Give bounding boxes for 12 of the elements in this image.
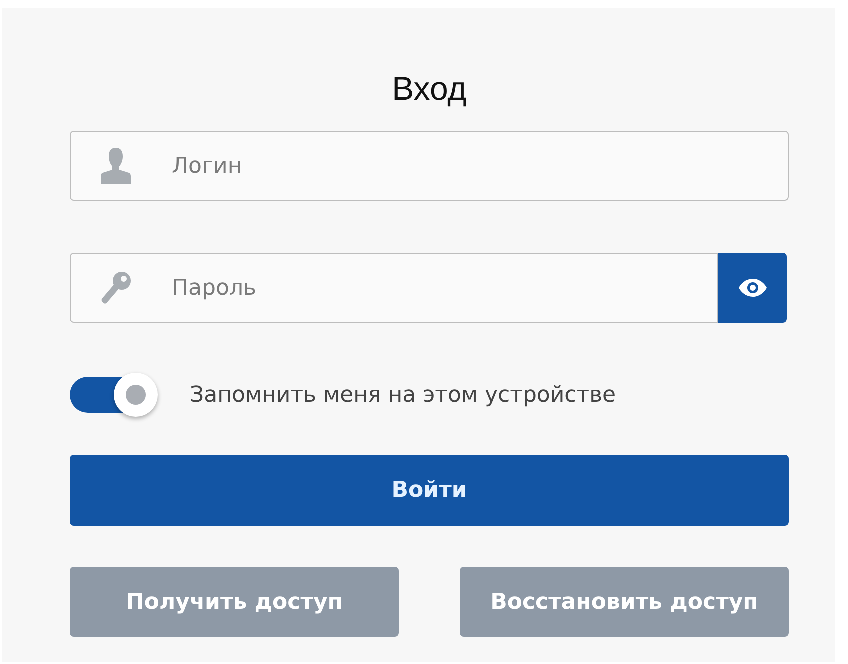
login-button[interactable]: Войти <box>70 455 789 526</box>
remember-toggle[interactable] <box>70 373 158 417</box>
key-icon <box>101 272 131 304</box>
login-title: Вход <box>392 69 467 109</box>
user-icon <box>101 148 131 184</box>
eye-icon <box>738 279 766 297</box>
remember-label: Запомнить меня на этом устройстве <box>190 382 616 408</box>
password-field[interactable]: Пароль <box>70 253 718 323</box>
show-password-button[interactable] <box>718 253 787 323</box>
get-access-button[interactable]: Получить доступ <box>70 567 399 637</box>
restore-access-button[interactable]: Восстановить доступ <box>460 567 789 637</box>
login-field[interactable]: Логин <box>70 131 789 201</box>
